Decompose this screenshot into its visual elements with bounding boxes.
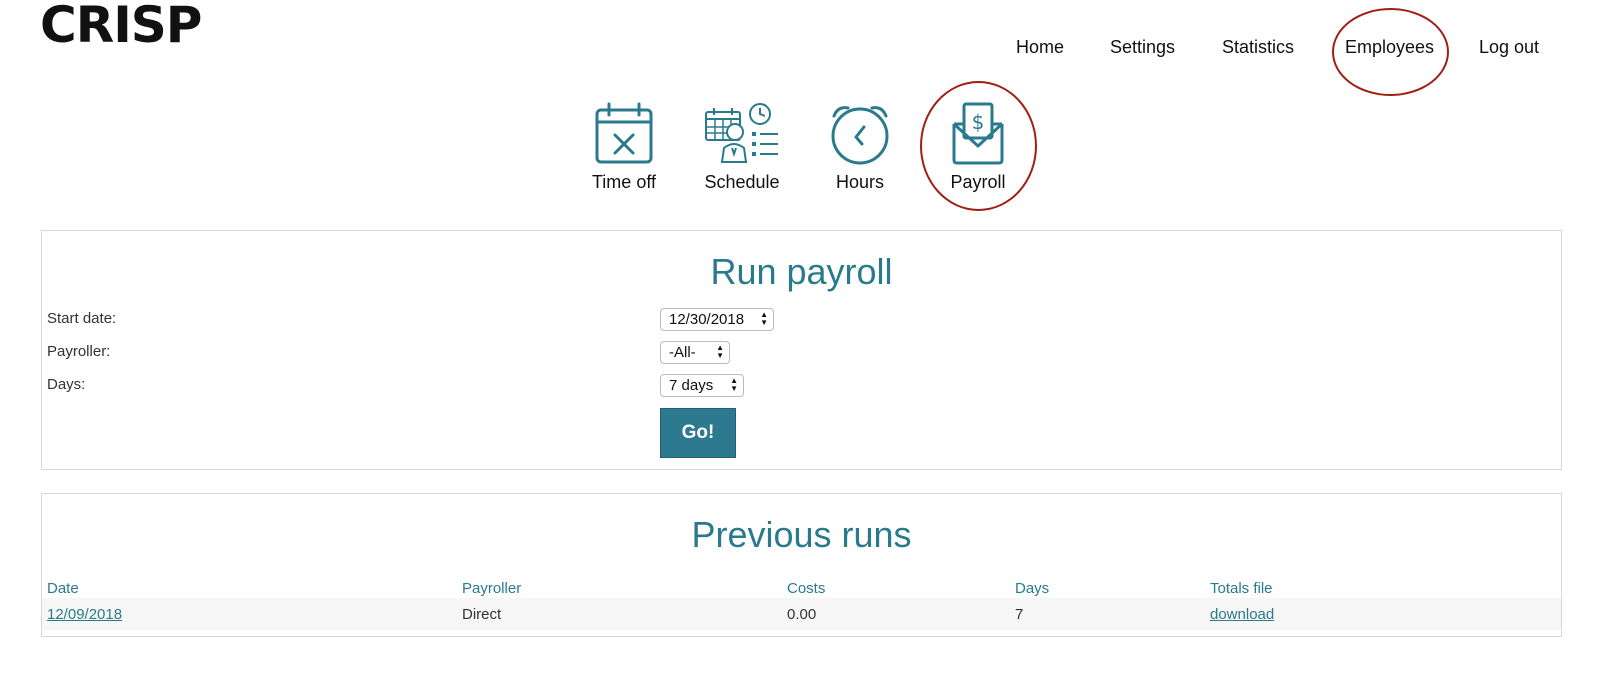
- select-arrows-icon: ▲ ▼: [760, 310, 768, 327]
- nav-logout-link[interactable]: Log out: [1479, 37, 1539, 58]
- go-button[interactable]: Go!: [660, 408, 736, 458]
- table-row: 12/09/2018 Direct 0.00 7 download: [42, 598, 1561, 630]
- row-costs-cell: 0.00: [787, 606, 817, 623]
- subnav-hours-label: Hours: [835, 172, 884, 192]
- subnav-payroll[interactable]: $ Payroll: [928, 102, 1028, 193]
- run-payroll-title: Run payroll: [710, 251, 893, 292]
- calendar-x-icon: [574, 102, 674, 168]
- subnav-payroll-label: Payroll: [950, 172, 1006, 192]
- row-totals-file-cell: download: [1210, 606, 1274, 623]
- days-value: 7 days: [669, 377, 714, 394]
- column-header-days[interactable]: Days: [1015, 580, 1049, 597]
- svg-text:$: $: [972, 110, 985, 134]
- nav-home-link[interactable]: Home: [1016, 37, 1064, 58]
- payroller-select[interactable]: -All- ▲ ▼: [660, 341, 730, 364]
- subnav-schedule-label: Schedule: [704, 172, 780, 192]
- subnav-time-off-label: Time off: [591, 172, 657, 192]
- payroller-label: Payroller:: [47, 343, 111, 360]
- clock-icon: [810, 102, 910, 168]
- start-date-select[interactable]: 12/30/2018 ▲ ▼: [660, 308, 774, 331]
- row-payroller-cell: Direct: [462, 606, 502, 623]
- subnav-hours[interactable]: Hours: [810, 102, 910, 193]
- subnav-time-off[interactable]: Time off: [574, 102, 674, 193]
- row-days-cell: 7: [1015, 606, 1024, 623]
- table-header: Date Payroller Costs Days Totals file: [42, 580, 1561, 600]
- previous-runs-title: Previous runs: [691, 514, 912, 555]
- column-header-payroller[interactable]: Payroller: [462, 580, 521, 597]
- top-navigation: Home Settings Statistics Employees Log o…: [0, 37, 1600, 67]
- row-date-cell: 12/09/2018: [47, 606, 122, 623]
- select-arrows-icon: ▲ ▼: [730, 376, 738, 393]
- days-label: Days:: [47, 376, 86, 393]
- select-arrows-icon: ▲ ▼: [716, 343, 724, 360]
- run-payroll-panel: Run payroll Start date: 12/30/2018 ▲ ▼ Pa…: [41, 230, 1562, 470]
- subnav-schedule[interactable]: Schedule: [692, 102, 792, 193]
- column-header-totals-file[interactable]: Totals file: [1210, 580, 1273, 597]
- nav-settings-link[interactable]: Settings: [1110, 37, 1175, 58]
- schedule-icon: [692, 102, 792, 168]
- column-header-date[interactable]: Date: [47, 580, 79, 597]
- start-date-value: 12/30/2018: [669, 311, 745, 328]
- nav-statistics-link[interactable]: Statistics: [1222, 37, 1294, 58]
- download-link[interactable]: download: [1210, 606, 1274, 623]
- nav-employees-link[interactable]: Employees: [1345, 37, 1434, 58]
- days-select[interactable]: 7 days ▲ ▼: [660, 374, 744, 397]
- previous-runs-panel: Previous runs Date Payroller Costs Days …: [41, 493, 1562, 637]
- column-header-costs[interactable]: Costs: [787, 580, 825, 597]
- payroll-envelope-icon: $: [928, 102, 1028, 168]
- run-date-link[interactable]: 12/09/2018: [47, 606, 122, 623]
- payroller-value: -All-: [669, 344, 696, 361]
- start-date-label: Start date:: [47, 310, 117, 327]
